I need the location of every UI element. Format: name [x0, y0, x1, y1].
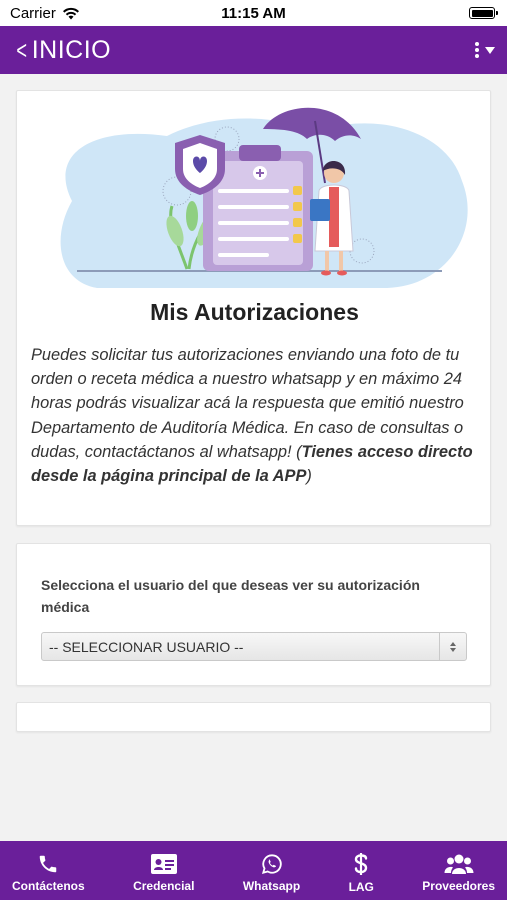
tab-label: LAG — [348, 879, 374, 894]
kebab-menu-icon — [475, 42, 479, 58]
id-card-icon — [150, 853, 177, 874]
status-bar: Carrier 11:15 AM — [0, 0, 507, 26]
authorizations-description: Puedes solicitar tus autorizaciones envi… — [31, 343, 481, 488]
battery-icon — [469, 7, 498, 19]
medical-authorization-illustration — [60, 107, 468, 288]
back-label: INICIO — [31, 35, 112, 64]
tab-credencial[interactable]: Credencial — [133, 841, 194, 900]
description-close-paren: ) — [306, 467, 312, 486]
whatsapp-icon — [261, 853, 282, 874]
tab-label: Whatsapp — [242, 878, 301, 893]
tab-lag[interactable]: LAG — [349, 841, 374, 900]
app-header: < INICIO — [0, 26, 507, 74]
tab-label: Credencial — [133, 878, 195, 893]
authorizations-info-card: Mis Autorizaciones Puedes solicitar tus … — [16, 90, 491, 526]
caret-down-icon — [485, 46, 495, 54]
authorization-results-card — [16, 702, 491, 732]
back-button[interactable]: < INICIO — [14, 36, 111, 65]
phone-icon — [40, 855, 57, 872]
chevron-left-icon: < — [16, 35, 28, 65]
bottom-tab-bar: Contáctenos Credencial Whatsapp LAG Prov… — [0, 841, 507, 900]
tab-proveedores[interactable]: Proveedores — [422, 841, 495, 900]
tab-label: Proveedores — [422, 878, 495, 893]
tab-contactenos[interactable]: Contáctenos — [12, 841, 85, 900]
user-select-label: Selecciona el usuario del que deseas ver… — [41, 577, 420, 615]
carrier-label: Carrier — [10, 4, 56, 22]
page-title: Mis Autorizaciones — [150, 299, 359, 325]
dollar-icon — [355, 852, 368, 875]
options-menu-button[interactable] — [475, 42, 495, 58]
wifi-icon — [62, 7, 79, 19]
tab-label: Contáctenos — [12, 878, 85, 893]
status-left: Carrier — [10, 5, 80, 22]
tab-whatsapp[interactable]: Whatsapp — [243, 841, 300, 900]
user-select-value: -- SELECCIONAR USUARIO -- — [49, 638, 244, 655]
user-select-dropdown[interactable]: -- SELECCIONAR USUARIO -- — [41, 632, 467, 661]
user-select-card: Selecciona el usuario del que deseas ver… — [16, 543, 491, 686]
select-arrows-icon — [439, 633, 466, 660]
users-icon — [444, 854, 474, 874]
